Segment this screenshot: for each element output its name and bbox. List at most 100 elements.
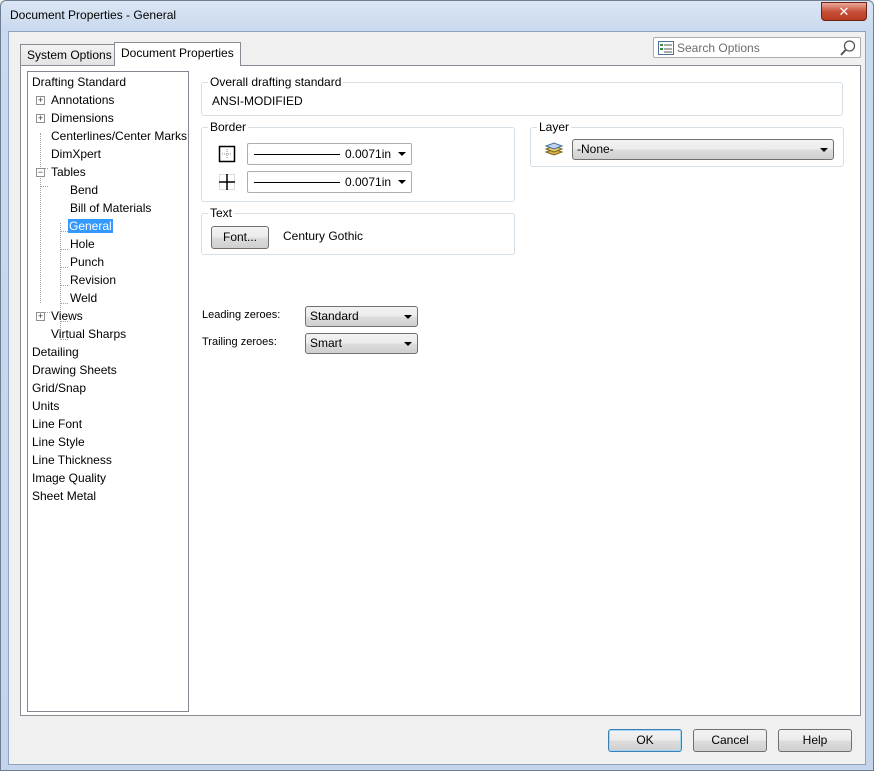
close-icon: ✕ [838, 4, 850, 19]
group-legend: Layer [537, 120, 572, 134]
trailing-zeroes-select[interactable]: Smart [305, 333, 418, 354]
tree-item-label: Detailing [32, 345, 79, 359]
tree-item-centerlines[interactable]: Centerlines/Center Marks [51, 127, 187, 145]
search-options-box[interactable]: Search Options [653, 37, 861, 58]
dropdown-arrow-icon [820, 148, 828, 152]
tree-connector [60, 285, 68, 286]
tree-item-drafting-standard[interactable]: Drafting Standard [32, 73, 126, 91]
tree-connector [40, 133, 41, 303]
tree-item-label: Punch [70, 255, 105, 269]
tree-item-label: Weld [70, 291, 98, 305]
line-sample [254, 182, 340, 183]
dialog-client-area: System Options Document Properties Searc… [8, 31, 866, 765]
expand-plus-icon[interactable]: + [36, 96, 45, 105]
title-bar[interactable]: Document Properties - General ✕ [1, 1, 873, 31]
tree-item-label: Drawing Sheets [32, 363, 117, 377]
text-group: Text Font... Century Gothic [201, 206, 515, 255]
dropdown-arrow-icon [404, 315, 412, 319]
tree-item-label: Dimensions [51, 111, 114, 125]
leading-zeroes-select[interactable]: Standard [305, 306, 418, 327]
tree-item-label: Virtual Sharps [51, 327, 127, 341]
tree-connector [60, 231, 68, 232]
tree-item-virtual-sharps[interactable]: Virtual Sharps [51, 325, 126, 343]
layer-stack-icon [544, 142, 564, 156]
tree-item-grid-snap[interactable]: Grid/Snap [32, 379, 86, 397]
tree-item-line-font[interactable]: Line Font [32, 415, 82, 433]
tree-item-label: Tables [51, 165, 86, 179]
group-legend: Border [208, 120, 249, 134]
tree-item-label: DimXpert [51, 147, 102, 161]
tab-label: System Options [27, 48, 112, 62]
tree-connector [60, 267, 68, 268]
tree-item-punch[interactable]: Punch [70, 253, 104, 271]
tab-label: Document Properties [121, 46, 234, 60]
tree-item-label: Units [32, 399, 60, 413]
tree-item-hole[interactable]: Hole [70, 235, 95, 253]
tree-item-views[interactable]: Views [51, 307, 83, 325]
tree-item-label: Image Quality [32, 471, 107, 485]
drafting-standard-value: ANSI-MODIFIED [212, 94, 303, 108]
tree-item-revision[interactable]: Revision [70, 271, 116, 289]
collapse-minus-icon[interactable]: − [36, 168, 45, 177]
dropdown-arrow-icon [404, 342, 412, 346]
tree-connector [60, 303, 68, 304]
document-properties-panel: Drafting Standard + Annotations + Dimens… [20, 65, 861, 716]
tree-item-label: Bill of Materials [70, 201, 152, 215]
dropdown-arrow-icon [398, 152, 406, 156]
tree-item-line-style[interactable]: Line Style [32, 433, 85, 451]
tree-item-label: Sheet Metal [32, 489, 97, 503]
layer-select-value: -None- [577, 142, 614, 156]
tab-system-options[interactable]: System Options [20, 44, 119, 65]
expand-plus-icon[interactable]: + [36, 312, 45, 321]
tree-connector [40, 186, 48, 187]
font-button[interactable]: Font... [211, 226, 269, 249]
tree-item-weld[interactable]: Weld [70, 289, 97, 307]
overall-drafting-standard-group: Overall drafting standard ANSI-MODIFIED [201, 75, 843, 116]
tree-item-label: Drafting Standard [32, 75, 127, 89]
cancel-button[interactable]: Cancel [693, 729, 767, 752]
dialog-window: Document Properties - General ✕ System O… [0, 0, 874, 771]
tree-item-dimensions[interactable]: Dimensions [51, 109, 114, 127]
options-tree[interactable]: Drafting Standard + Annotations + Dimens… [27, 71, 189, 712]
leading-zeroes-value: Standard [310, 309, 359, 323]
inner-border-icon [219, 174, 235, 190]
tree-item-dimxpert[interactable]: DimXpert [51, 145, 101, 163]
border-group: Border 0.0071in 0.0071in [201, 120, 515, 202]
search-input[interactable]: Search Options [677, 41, 760, 55]
tree-item-image-quality[interactable]: Image Quality [32, 469, 106, 487]
tree-item-general[interactable]: General [68, 217, 113, 235]
expand-plus-icon[interactable]: + [36, 114, 45, 123]
tree-item-label: Hole [70, 237, 95, 251]
ok-button[interactable]: OK [608, 729, 682, 752]
search-icon[interactable] [839, 39, 857, 57]
tree-item-drawing-sheets[interactable]: Drawing Sheets [32, 361, 117, 379]
tree-item-label: Line Style [32, 435, 85, 449]
tree-item-label: Bend [70, 183, 99, 197]
group-legend: Overall drafting standard [208, 75, 344, 89]
close-button[interactable]: ✕ [821, 2, 867, 21]
tree-item-label: Grid/Snap [32, 381, 87, 395]
trailing-zeroes-label: Trailing zeroes: [202, 336, 277, 348]
tree-item-label: Line Thickness [32, 453, 112, 467]
help-button[interactable]: Help [778, 729, 852, 752]
tree-item-annotations[interactable]: Annotations [51, 91, 114, 109]
tree-item-detailing[interactable]: Detailing [32, 343, 79, 361]
layer-select[interactable]: -None- [572, 139, 834, 160]
tree-item-bend[interactable]: Bend [70, 181, 98, 199]
tree-item-bill-of-materials[interactable]: Bill of Materials [70, 199, 151, 217]
options-list-icon [658, 41, 674, 55]
tab-document-properties[interactable]: Document Properties [114, 42, 241, 66]
tree-item-line-thickness[interactable]: Line Thickness [32, 451, 112, 469]
outer-border-thickness-value: 0.0071in [345, 147, 392, 161]
outer-border-thickness-select[interactable]: 0.0071in [247, 143, 412, 165]
tree-item-sheet-metal[interactable]: Sheet Metal [32, 487, 96, 505]
font-name: Century Gothic [283, 229, 364, 243]
tree-item-label: Centerlines/Center Marks [51, 129, 188, 143]
inner-border-thickness-select[interactable]: 0.0071in [247, 171, 412, 193]
tree-item-label: General [68, 219, 113, 233]
tree-item-tables[interactable]: Tables [51, 163, 86, 181]
inner-border-thickness-value: 0.0071in [345, 175, 392, 189]
outer-border-icon [218, 145, 236, 163]
tree-item-label: Revision [70, 273, 117, 287]
tree-item-units[interactable]: Units [32, 397, 59, 415]
